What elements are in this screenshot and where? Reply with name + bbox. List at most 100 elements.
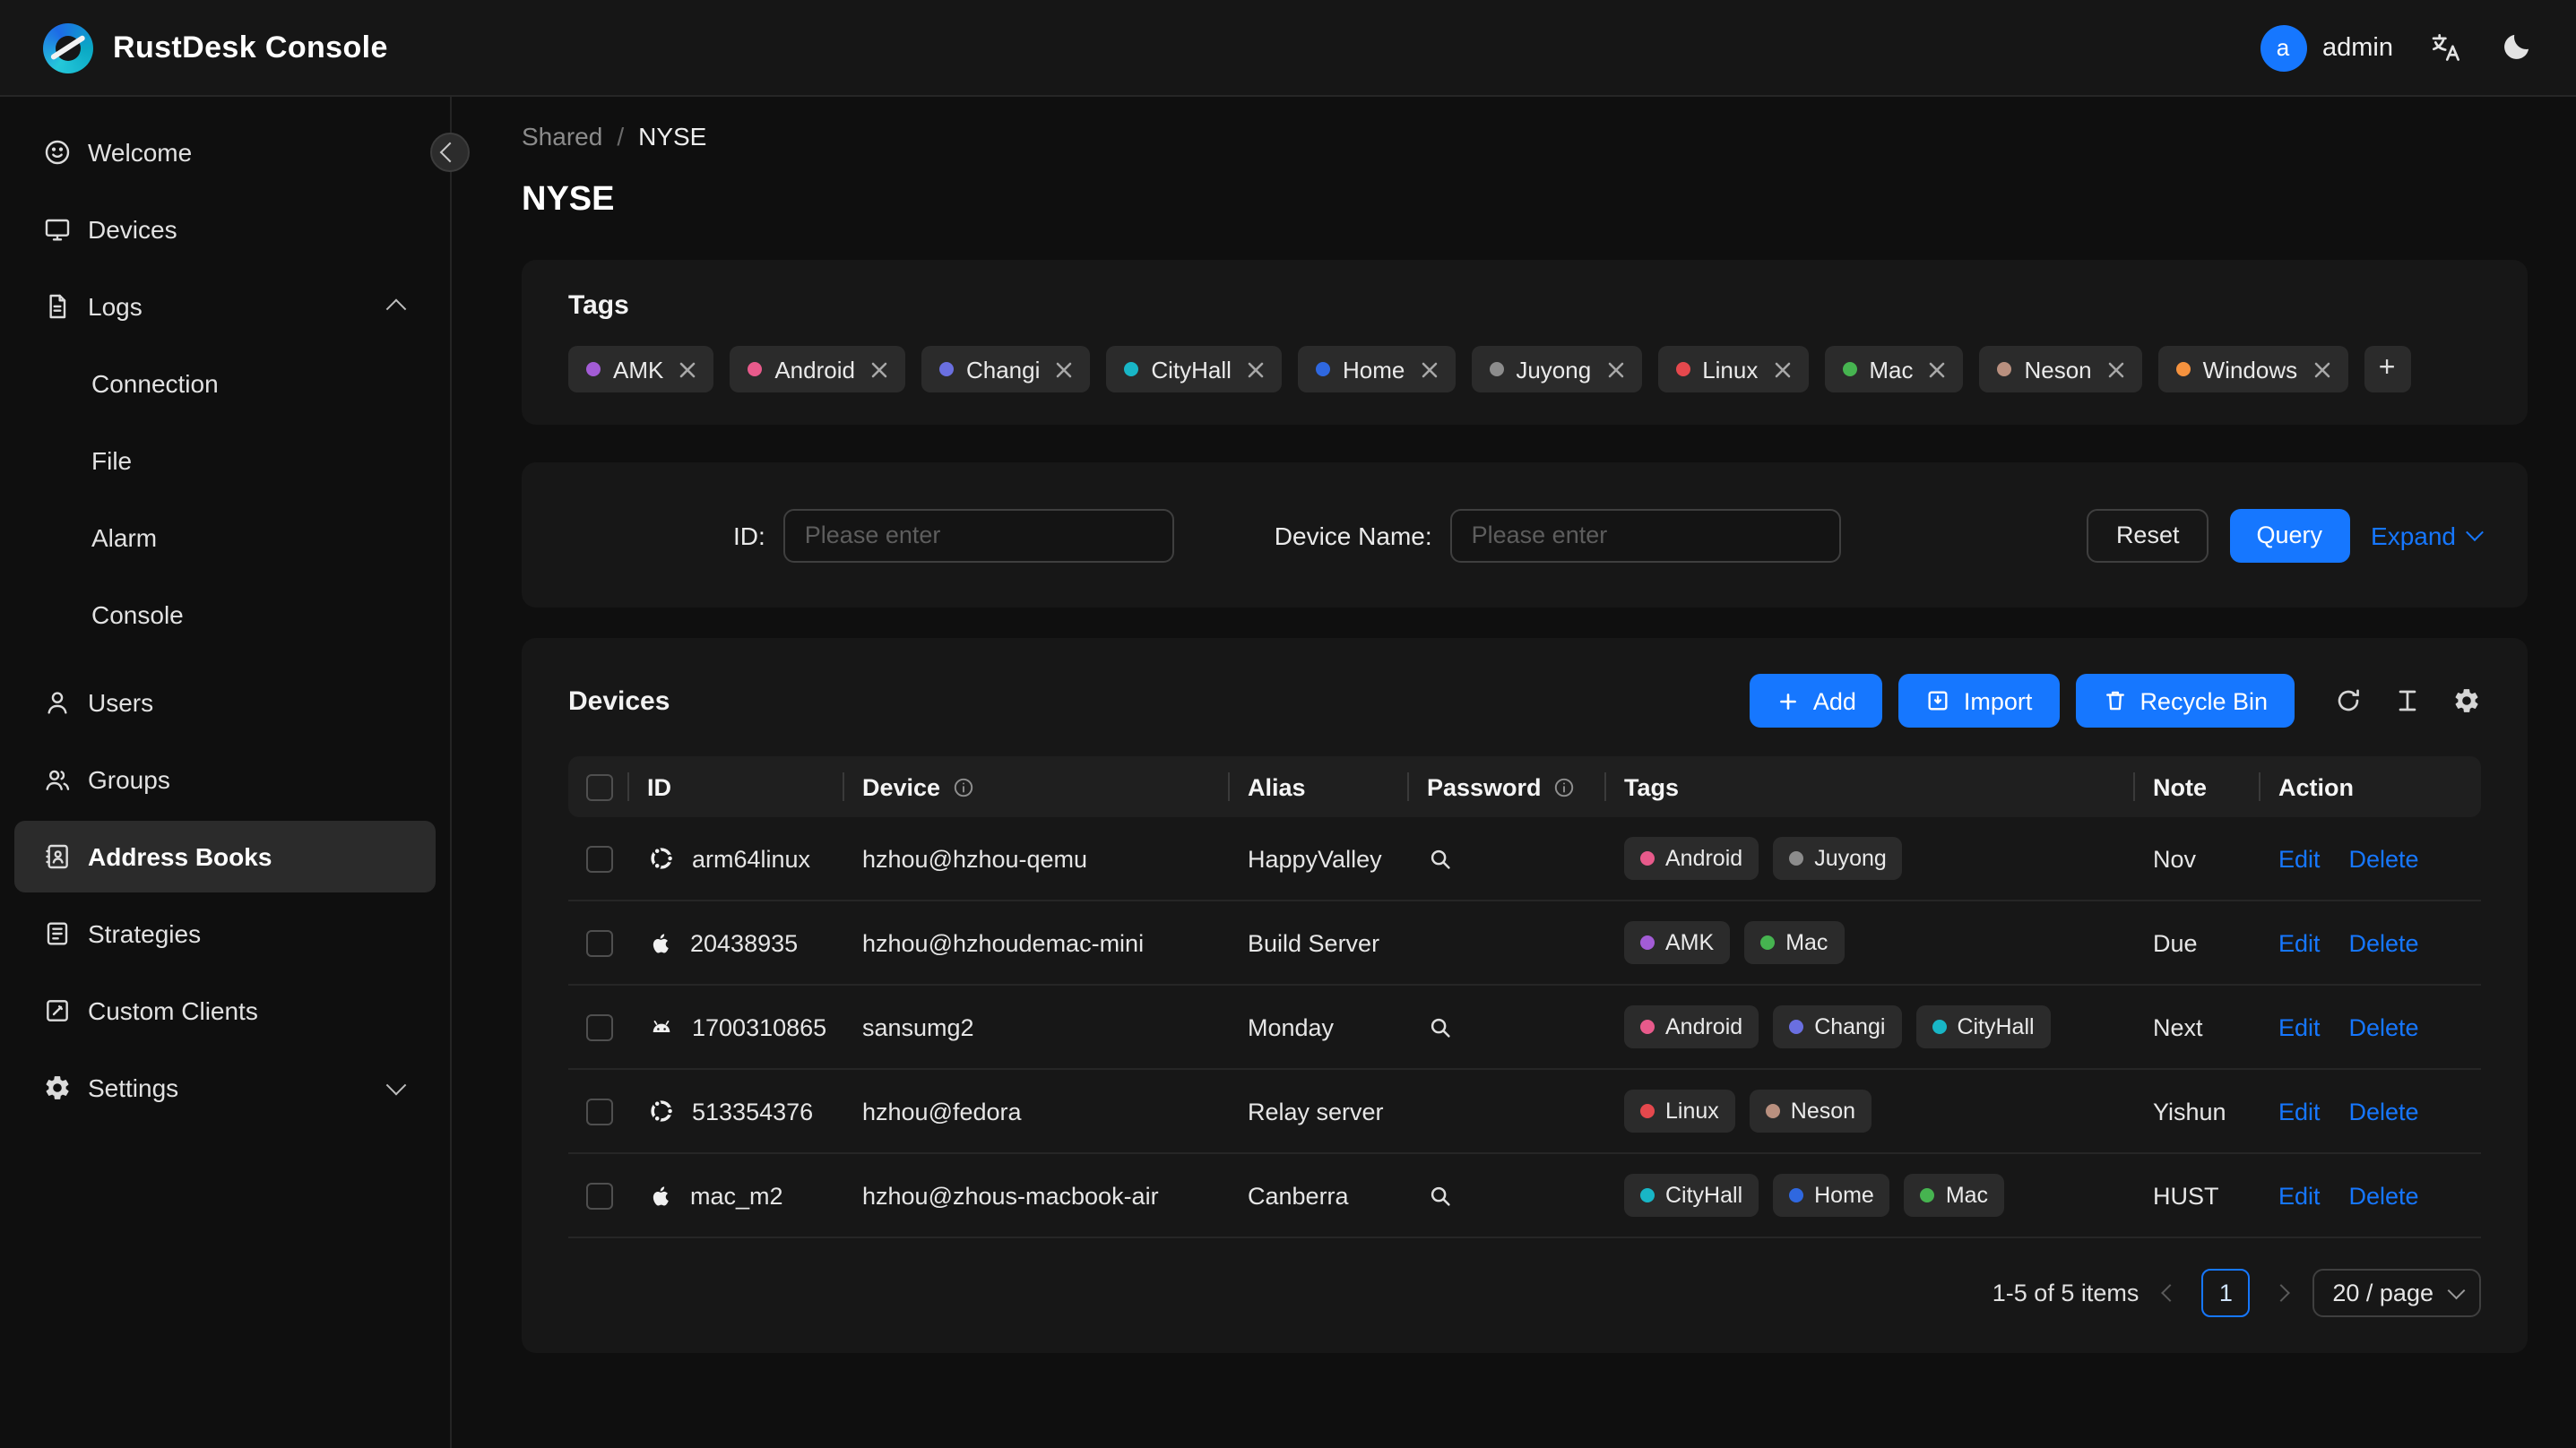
remove-tag-icon[interactable] bbox=[2108, 361, 2124, 377]
edit-link[interactable]: Edit bbox=[2278, 1182, 2321, 1209]
device-alias: Canberra bbox=[1230, 1153, 1409, 1238]
table-icon-group bbox=[2334, 686, 2481, 715]
device-row: mac_m2 hzhou@zhous-macbook-air Canberra … bbox=[568, 1153, 2481, 1238]
sidebar-item-file[interactable]: File bbox=[14, 425, 436, 496]
view-password-icon[interactable] bbox=[1427, 1182, 1456, 1209]
breadcrumb-separator: / bbox=[617, 122, 625, 151]
column-height-icon[interactable] bbox=[2393, 686, 2422, 715]
row-checkbox[interactable] bbox=[586, 845, 613, 873]
expand-label: Expand bbox=[2371, 521, 2456, 549]
remove-tag-icon[interactable] bbox=[679, 361, 696, 377]
tag-chip: Android bbox=[1624, 837, 1759, 880]
tag-color-dot bbox=[1315, 362, 1330, 376]
row-checkbox[interactable] bbox=[586, 1013, 613, 1041]
device-name-input[interactable] bbox=[1449, 508, 1841, 562]
query-button[interactable]: Query bbox=[2229, 508, 2350, 562]
info-icon[interactable] bbox=[951, 775, 974, 798]
sidebar-item-alarm[interactable]: Alarm bbox=[14, 502, 436, 573]
sidebar-item-console[interactable]: Console bbox=[14, 579, 436, 651]
edit-link[interactable]: Edit bbox=[2278, 929, 2321, 956]
dark-mode-icon[interactable] bbox=[2499, 30, 2533, 65]
column-header-tags[interactable]: Tags bbox=[1606, 756, 2135, 817]
sidebar-item-address-books[interactable]: Address Books bbox=[14, 821, 436, 892]
refresh-icon[interactable] bbox=[2334, 686, 2363, 715]
next-page-icon[interactable] bbox=[2271, 1284, 2291, 1302]
delete-link[interactable]: Delete bbox=[2349, 1013, 2419, 1040]
sidebar-item-label: Logs bbox=[88, 292, 143, 321]
sidebar-item-custom-clients[interactable]: Custom Clients bbox=[14, 975, 436, 1047]
row-checkbox[interactable] bbox=[586, 1098, 613, 1125]
sidebar-item-strategies[interactable]: Strategies bbox=[14, 898, 436, 970]
remove-tag-icon[interactable] bbox=[1929, 361, 1945, 377]
translate-icon[interactable] bbox=[2429, 30, 2463, 65]
user-menu[interactable]: a admin bbox=[2260, 24, 2393, 71]
top-right-controls: a admin bbox=[2260, 24, 2533, 71]
remove-tag-icon[interactable] bbox=[1421, 361, 1437, 377]
row-checkbox[interactable] bbox=[586, 929, 613, 957]
column-header-password[interactable]: Password bbox=[1409, 756, 1606, 817]
edit-link[interactable]: Edit bbox=[2278, 1098, 2321, 1125]
tag-color-dot bbox=[1640, 935, 1655, 950]
tag-chip-changi: Changi bbox=[921, 346, 1091, 392]
avatar[interactable]: a bbox=[2260, 24, 2306, 71]
delete-link[interactable]: Delete bbox=[2349, 929, 2419, 956]
select-all-checkbox[interactable] bbox=[586, 773, 613, 801]
tag-label: Juyong bbox=[1814, 846, 1887, 871]
sidebar-item-connection[interactable]: Connection bbox=[14, 348, 436, 419]
android-icon bbox=[647, 1013, 676, 1041]
plus-icon bbox=[1777, 689, 1801, 712]
breadcrumb-parent[interactable]: Shared bbox=[522, 122, 602, 151]
edit-link[interactable]: Edit bbox=[2278, 845, 2321, 872]
column-header-note[interactable]: Note bbox=[2135, 756, 2260, 817]
column-header-action[interactable]: Action bbox=[2260, 756, 2481, 817]
trash-icon bbox=[2102, 688, 2127, 713]
sidebar-item-devices[interactable]: Devices bbox=[14, 194, 436, 265]
prev-page-icon[interactable] bbox=[2160, 1284, 2180, 1302]
id-input[interactable] bbox=[782, 508, 1174, 562]
remove-tag-icon[interactable] bbox=[1774, 361, 1790, 377]
import-button[interactable]: Import bbox=[1898, 674, 2060, 728]
recycle-bin-button[interactable]: Recycle Bin bbox=[2075, 674, 2295, 728]
remove-tag-icon[interactable] bbox=[1248, 361, 1264, 377]
row-checkbox[interactable] bbox=[586, 1182, 613, 1210]
add-device-button[interactable]: Add bbox=[1750, 674, 1883, 728]
sidebar-item-settings[interactable]: Settings bbox=[14, 1052, 436, 1124]
view-password-icon[interactable] bbox=[1427, 845, 1456, 872]
add-tag-button[interactable]: + bbox=[2364, 346, 2411, 392]
tag-label: AMK bbox=[1665, 930, 1715, 955]
view-password-icon[interactable] bbox=[1427, 1013, 1456, 1040]
sidebar-item-label: Custom Clients bbox=[88, 996, 258, 1025]
edit-link[interactable]: Edit bbox=[2278, 1013, 2321, 1040]
table-settings-gear-icon[interactable] bbox=[2452, 686, 2481, 715]
tag-chip: AMK bbox=[1624, 921, 1731, 964]
sidebar-item-logs[interactable]: Logs bbox=[14, 271, 436, 342]
info-icon[interactable] bbox=[1552, 775, 1576, 798]
device-row: 20438935 hzhou@hzhoudemac-mini Build Ser… bbox=[568, 901, 2481, 986]
device-id: arm64linux bbox=[692, 845, 811, 872]
device-row: 1700310865 sansumg2 Monday Android Chang… bbox=[568, 985, 2481, 1070]
address-book-icon bbox=[43, 842, 72, 871]
remove-tag-icon[interactable] bbox=[871, 361, 887, 377]
sidebar-item-welcome[interactable]: Welcome bbox=[14, 116, 436, 188]
tag-chip-windows: Windows bbox=[2157, 346, 2348, 392]
page-size-select[interactable]: 20 / page bbox=[2312, 1269, 2481, 1317]
expand-toggle[interactable]: Expand bbox=[2371, 521, 2484, 549]
breadcrumb-current: NYSE bbox=[638, 122, 707, 151]
delete-link[interactable]: Delete bbox=[2349, 845, 2419, 872]
tag-chip: Changi bbox=[1773, 1005, 1902, 1048]
column-header-alias[interactable]: Alias bbox=[1230, 756, 1409, 817]
column-header-device[interactable]: Device bbox=[844, 756, 1230, 817]
sidebar-item-label: Devices bbox=[88, 215, 177, 244]
delete-link[interactable]: Delete bbox=[2349, 1098, 2419, 1125]
remove-tag-icon[interactable] bbox=[2313, 361, 2330, 377]
delete-link[interactable]: Delete bbox=[2349, 1182, 2419, 1209]
sidebar-item-groups[interactable]: Groups bbox=[14, 744, 436, 815]
reset-button[interactable]: Reset bbox=[2087, 508, 2209, 562]
sidebar-collapse-button[interactable] bbox=[430, 133, 470, 172]
remove-tag-icon[interactable] bbox=[1607, 361, 1623, 377]
remove-tag-icon[interactable] bbox=[1056, 361, 1072, 377]
column-header-id[interactable]: ID bbox=[629, 756, 844, 817]
tags-card: Tags AMK Android Changi CityHall Home Ju… bbox=[522, 260, 2528, 425]
page-number-button[interactable]: 1 bbox=[2201, 1269, 2251, 1317]
sidebar-item-users[interactable]: Users bbox=[14, 667, 436, 738]
